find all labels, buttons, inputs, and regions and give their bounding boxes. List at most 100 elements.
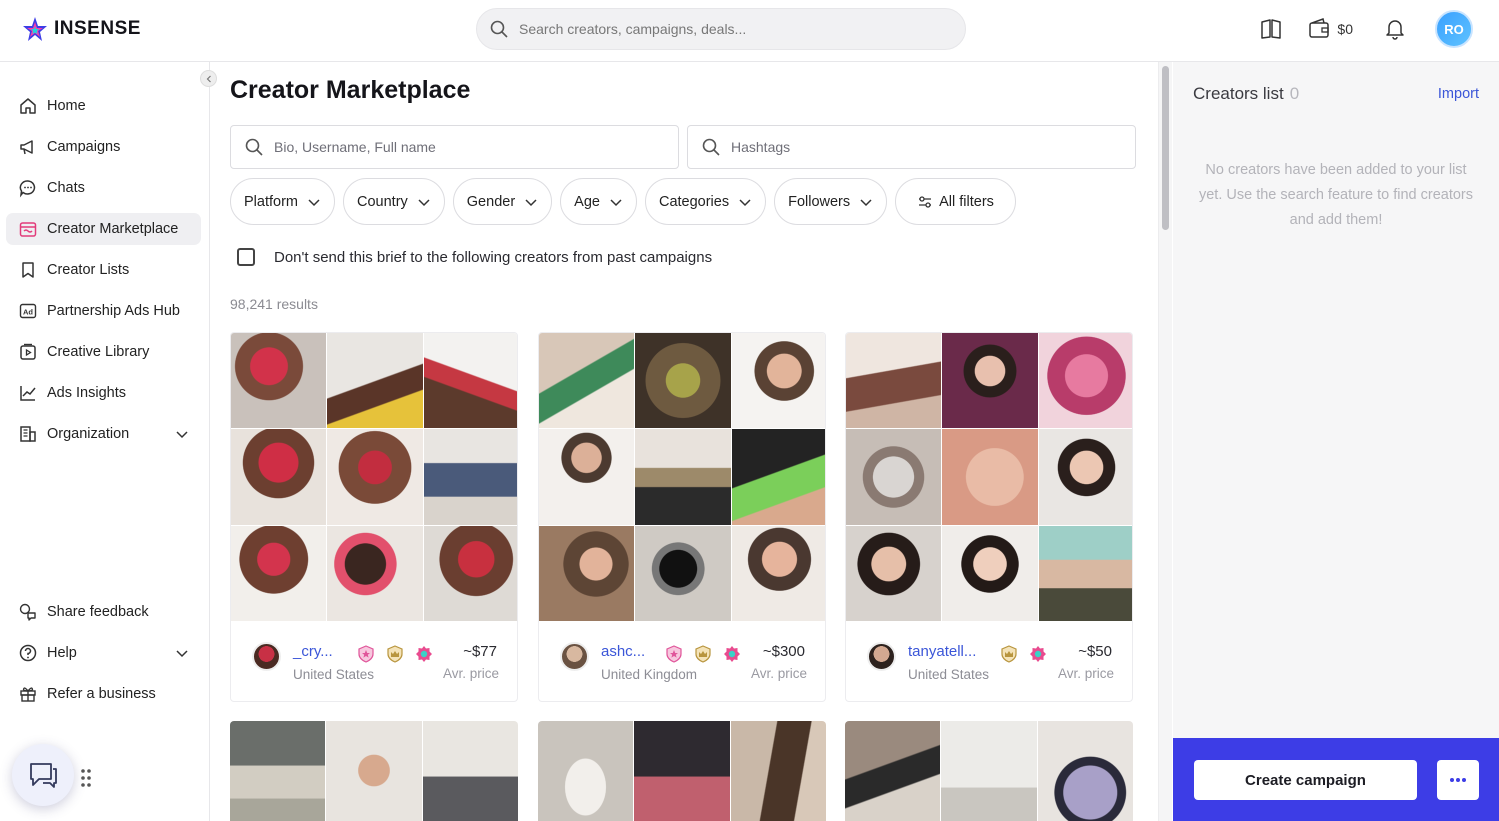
- sidebar-item-campaigns[interactable]: Campaigns: [6, 131, 201, 163]
- guide-book-button[interactable]: [1259, 9, 1283, 49]
- creator-card[interactable]: tanyatell... United States ~$50 Avr. pri…: [845, 332, 1133, 702]
- bell-icon: [1386, 20, 1404, 40]
- drag-handle-icon[interactable]: [80, 768, 92, 788]
- hashtag-search-input[interactable]: [731, 139, 1091, 155]
- crown-badge-icon: [1000, 645, 1018, 663]
- collapse-sidebar-button[interactable]: [200, 70, 217, 87]
- insense-star-icon: [23, 17, 47, 41]
- sidebar-item-organization[interactable]: Organization: [6, 418, 201, 450]
- global-search[interactable]: [476, 8, 966, 50]
- exclude-past-creators-checkbox[interactable]: [237, 248, 255, 266]
- content-thumbnail: [731, 525, 825, 621]
- content-thumbnail: [635, 333, 731, 429]
- chevron-down-icon: [860, 198, 872, 206]
- search-icon: [245, 138, 263, 156]
- sidebar-item-creator-marketplace[interactable]: Creator Marketplace: [6, 213, 201, 245]
- sidebar-item-help[interactable]: Help: [6, 637, 201, 669]
- bio-search-field[interactable]: [230, 125, 679, 169]
- filter-platform[interactable]: Platform: [230, 178, 335, 225]
- sidebar-item-ads-insights[interactable]: Ads Insights: [6, 377, 201, 409]
- content-thumbnail: [731, 333, 825, 429]
- gift-icon: [18, 684, 38, 704]
- creator-card[interactable]: [538, 721, 826, 821]
- creator-username[interactable]: tanyatell...: [908, 643, 976, 660]
- creator-card-info: _cry... United States ~$77 Avr. price: [231, 621, 517, 701]
- price-label: Avr. price: [750, 666, 807, 681]
- bio-search-input[interactable]: [274, 139, 634, 155]
- creator-card[interactable]: [845, 721, 1133, 821]
- content-mosaic: [539, 333, 825, 621]
- support-chat-button[interactable]: [12, 744, 74, 806]
- notifications-button[interactable]: [1383, 9, 1407, 49]
- creators-list-label: Creators list: [1193, 84, 1284, 103]
- creator-card[interactable]: _cry... United States ~$77 Avr. price: [230, 332, 518, 702]
- creator-badges: [1000, 645, 1047, 663]
- filter-bar: Platform Country Gender Age Categories F…: [230, 178, 1016, 225]
- creator-card-info: ashc... United Kingdom ~$300 Avr. price: [539, 621, 825, 701]
- creator-username[interactable]: _cry...: [293, 643, 333, 660]
- verified-badge-icon: [415, 645, 433, 663]
- filter-categories[interactable]: Categories: [644, 178, 767, 225]
- filter-country[interactable]: Country: [343, 178, 445, 225]
- chevron-down-icon: [525, 198, 537, 206]
- create-campaign-button[interactable]: Create campaign: [1194, 760, 1417, 800]
- content-thumbnail: [942, 333, 1038, 429]
- wallet-button[interactable]: $0: [1307, 17, 1353, 41]
- book-icon: [1261, 19, 1282, 39]
- content-mosaic: [231, 333, 517, 621]
- sidebar-item-refer-a-business[interactable]: Refer a business: [6, 678, 201, 710]
- creator-card[interactable]: ashc... United Kingdom ~$300 Avr. price: [538, 332, 826, 702]
- content-thumbnail: [845, 721, 941, 821]
- more-options-button[interactable]: [1437, 760, 1479, 800]
- import-link[interactable]: Import: [1438, 86, 1479, 102]
- sidebar-item-creator-lists[interactable]: Creator Lists: [6, 254, 201, 286]
- sidebar-item-partnership-ads-hub[interactable]: Ad Partnership Ads Hub: [6, 295, 201, 327]
- sidebar-item-home[interactable]: Home: [6, 90, 201, 122]
- chevron-down-icon: [610, 198, 622, 206]
- marketplace-icon: [18, 219, 38, 239]
- content-thumbnail: [539, 525, 635, 621]
- more-horizontal-icon: [1450, 778, 1466, 782]
- wallet-icon: [1309, 18, 1330, 38]
- content-mosaic: [845, 721, 1133, 821]
- content-thumbnail: [230, 721, 326, 821]
- content-thumbnail: [1038, 429, 1132, 525]
- creator-price: ~$300: [762, 643, 805, 660]
- content-thumbnail: [1038, 333, 1132, 429]
- sidebar-item-share-feedback[interactable]: Share feedback: [6, 596, 201, 628]
- content-thumbnail: [423, 429, 517, 525]
- content-thumbnail: [1038, 525, 1132, 621]
- scrollbar-thumb[interactable]: [1162, 66, 1169, 230]
- creator-username[interactable]: ashc...: [601, 643, 645, 660]
- sliders-icon: [919, 195, 932, 208]
- exclude-past-creators-row: Don't send this brief to the following c…: [237, 248, 712, 266]
- user-avatar[interactable]: RO: [1435, 10, 1473, 48]
- filter-followers[interactable]: Followers: [774, 178, 888, 225]
- sidebar-item-creative-library[interactable]: Creative Library: [6, 336, 201, 368]
- content-thumbnail: [231, 525, 327, 621]
- filter-label: Followers: [788, 193, 851, 210]
- creator-card[interactable]: [230, 721, 518, 821]
- content-thumbnail: [423, 525, 517, 621]
- wallet-balance: $0: [1337, 21, 1353, 37]
- filter-gender[interactable]: Gender: [452, 178, 553, 225]
- line-chart-icon: [18, 383, 38, 403]
- sidebar-item-chats[interactable]: Chats: [6, 172, 201, 204]
- content-thumbnail: [327, 333, 423, 429]
- creator-country: United States: [293, 667, 375, 682]
- hashtag-search-field[interactable]: [687, 125, 1136, 169]
- insense-logo[interactable]: INSENSE: [22, 16, 141, 42]
- filter-label: Platform: [244, 193, 298, 210]
- shield-star-badge-icon: [665, 645, 683, 663]
- sidebar-item-label: Partnership Ads Hub: [47, 303, 180, 319]
- global-search-input[interactable]: [519, 21, 939, 37]
- content-thumbnail: [942, 525, 1038, 621]
- content-mosaic: [230, 721, 518, 821]
- content-thumbnail: [846, 333, 942, 429]
- main-scrollbar[interactable]: [1158, 62, 1172, 821]
- all-filters-button[interactable]: All filters: [895, 178, 1016, 225]
- creator-badges: [665, 645, 741, 663]
- empty-list-message: No creators have been added to your list…: [1198, 162, 1474, 228]
- content-thumbnail: [846, 525, 942, 621]
- filter-age[interactable]: Age: [560, 178, 637, 225]
